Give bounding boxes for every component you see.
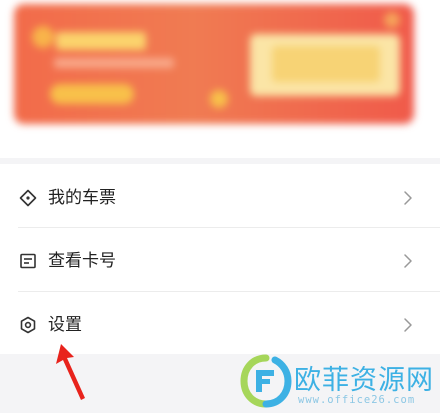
menu-item-view-card-number[interactable]: 查看卡号	[0, 229, 440, 292]
chevron-right-icon	[402, 253, 414, 269]
menu-item-label: 查看卡号	[48, 250, 116, 271]
red-arrow-annotation	[56, 344, 85, 400]
banner-cta-blurred	[50, 84, 134, 104]
banner-section	[0, 0, 440, 158]
settings-hexagon-icon	[19, 316, 37, 334]
watermark-name: 欧菲资源网	[294, 365, 434, 396]
watermark: 欧菲资源网 www.office26.com	[238, 352, 438, 412]
divider	[18, 291, 440, 292]
promo-banner[interactable]	[14, 4, 414, 124]
chevron-right-icon	[402, 190, 414, 206]
banner-decoration	[32, 26, 54, 48]
ticket-tag-icon	[19, 189, 37, 207]
menu-item-my-tickets[interactable]: 我的车票	[0, 166, 440, 229]
banner-decoration	[210, 90, 228, 108]
banner-ticket-inner	[272, 46, 380, 82]
banner-decoration	[384, 12, 400, 28]
page: 我的车票 查看卡号 设置 欧菲资源网 www.office26.com	[0, 0, 440, 413]
chevron-right-icon	[402, 317, 414, 333]
banner-title-blurred	[56, 32, 146, 50]
divider	[18, 227, 440, 228]
menu-item-label: 设置	[48, 314, 82, 335]
banner-subtitle-blurred	[54, 58, 174, 68]
menu-list: 我的车票 查看卡号 设置	[0, 164, 440, 354]
menu-item-label: 我的车票	[48, 187, 116, 208]
watermark-url: www.office26.com	[298, 394, 416, 406]
card-number-icon	[19, 252, 37, 270]
watermark-logo-icon	[240, 354, 292, 408]
